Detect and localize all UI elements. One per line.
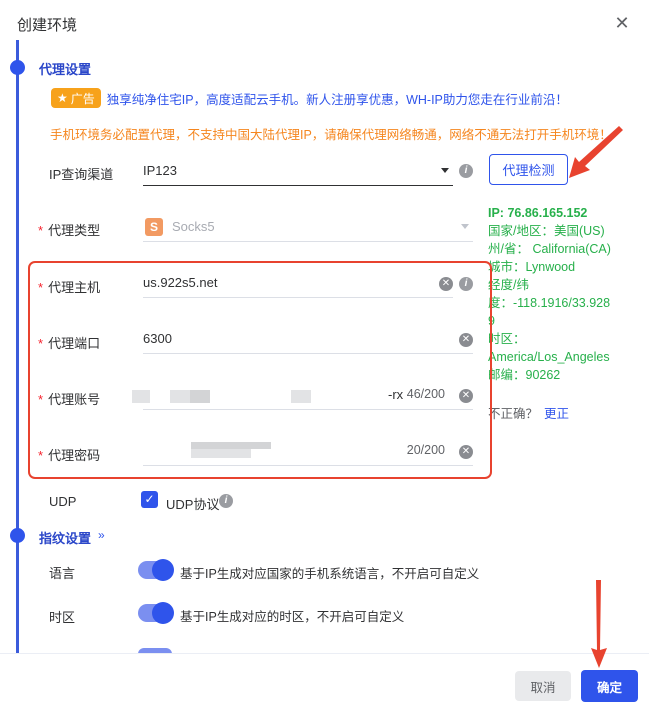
arrow-annotation-icon <box>591 580 607 668</box>
toggle-knob <box>152 602 174 624</box>
ip-channel-value: IP123 <box>143 163 177 178</box>
timezone-desc: 基于IP生成对应的时区，不开启可自定义 <box>180 610 405 624</box>
socks-type-icon: S <box>145 218 163 236</box>
arrow-annotation-icon <box>569 126 623 178</box>
timezone-label: 时区 <box>49 610 76 625</box>
proxy-port-input[interactable]: 6300 ✕ <box>143 326 473 354</box>
ip-info-panel: IP: 76.86.165.152 国家/地区：美国(US) 州/省： Cali… <box>488 204 649 384</box>
caret-down-icon <box>441 168 449 173</box>
proxy-host-label: * 代理主机 <box>38 280 101 295</box>
account-visible-tail: -rx <box>388 387 404 402</box>
proxy-account-input[interactable]: -rx 46/200 ✕ <box>132 382 473 410</box>
proxy-account-label: * 代理账号 <box>38 392 101 407</box>
language-desc: 基于IP生成对应国家的手机系统语言，不开启可自定义 <box>180 567 480 581</box>
proxy-port-label: * 代理端口 <box>38 336 101 351</box>
footer-divider <box>0 653 649 654</box>
ad-badge: ★ 广告 <box>51 88 101 108</box>
proxy-port-value: 6300 <box>143 331 172 346</box>
close-icon[interactable]: ✕ <box>612 13 632 33</box>
clear-icon[interactable]: ✕ <box>459 333 473 347</box>
timeline-dot <box>10 60 25 75</box>
clear-icon[interactable]: ✕ <box>459 445 473 459</box>
ip-state: 州/省： California(CA) <box>488 242 611 256</box>
ip-lonlat-label: 经度/纬 <box>488 278 529 292</box>
language-label: 语言 <box>49 566 76 581</box>
section-timeline <box>16 40 19 654</box>
check-icon: ✓ <box>144 492 155 506</box>
udp-label: UDP <box>49 494 77 509</box>
star-icon: ★ <box>57 91 68 105</box>
ip-zip: 邮编：90262 <box>488 368 561 382</box>
timeline-dot <box>10 528 25 543</box>
ad-text[interactable]: 独享纯净住宅IP，高度适配云手机。新人注册享优惠，WH-IP助力您走在行业前沿！ <box>107 89 568 108</box>
ad-badge-label: 广告 <box>70 91 95 106</box>
ip-channel-select[interactable]: IP123 <box>143 158 453 186</box>
proxy-warning: 手机环境务必配置代理，不支持中国大陆代理IP，请确保代理网络畅通，网络不通无法打… <box>50 128 612 142</box>
ip-incorrect-row: 不正确？ 更正 <box>488 403 569 422</box>
clear-icon[interactable]: ✕ <box>459 389 473 403</box>
dialog-header: 创建环境 ✕ <box>0 0 649 48</box>
ip-channel-label: IP查询渠道 <box>49 167 114 182</box>
proxy-host-value: us.922s5.net <box>143 275 218 290</box>
proxy-type-label: * 代理类型 <box>38 223 101 238</box>
ip-timezone: America/Los_Angeles <box>488 350 610 364</box>
info-icon[interactable]: i <box>459 164 473 178</box>
confirm-button[interactable]: 确定 <box>581 670 638 702</box>
proxy-host-input[interactable]: us.922s5.net ✕ <box>143 270 453 298</box>
redacted-text <box>191 449 251 458</box>
proxy-check-button[interactable]: 代理检测 <box>489 154 568 185</box>
info-icon[interactable]: i <box>219 494 233 508</box>
redacted-text <box>291 390 311 403</box>
fingerprint-section-title: 指纹设置 <box>39 531 92 546</box>
ad-banner[interactable]: ★ 广告 独享纯净住宅IP，高度适配云手机。新人注册享优惠，WH-IP助力您走在… <box>51 87 568 109</box>
redacted-text <box>170 390 190 403</box>
proxy-type-value: Socks5 <box>172 219 215 234</box>
language-toggle[interactable] <box>138 559 174 581</box>
info-icon[interactable]: i <box>459 277 473 291</box>
proxy-password-input[interactable]: 20/200 ✕ <box>143 438 473 466</box>
cancel-button[interactable]: 取消 <box>515 671 571 701</box>
redacted-text <box>132 390 150 403</box>
ip-lonlat-tail: 9 <box>488 314 495 328</box>
redacted-text <box>191 442 271 449</box>
incorrect-text: 不正确？ <box>488 407 539 421</box>
proxy-password-label: * 代理密码 <box>38 448 101 463</box>
ip-country: 国家/地区：美国(US) <box>488 224 605 238</box>
proxy-section-title: 代理设置 <box>39 62 92 77</box>
toggle-knob <box>152 559 174 581</box>
redacted-text <box>190 390 210 403</box>
dialog-title: 创建环境 <box>17 17 78 34</box>
ip-city: 城市：Lynwood <box>488 260 576 274</box>
ip-timezone-label: 时区： <box>488 332 526 346</box>
password-char-count: 20/200 <box>406 443 445 457</box>
proxy-type-select[interactable]: S Socks5 <box>143 214 473 242</box>
udp-checkbox-label: UDP协议 <box>166 497 220 512</box>
timezone-toggle[interactable] <box>138 602 174 624</box>
ip-address: IP: 76.86.165.152 <box>488 206 588 220</box>
udp-checkbox[interactable]: ✓ <box>141 491 158 508</box>
ip-lonlat: 度：-118.1916/33.928 <box>488 296 611 310</box>
account-char-count: 46/200 <box>406 387 445 401</box>
clear-icon[interactable]: ✕ <box>439 277 453 291</box>
chevron-down-icon[interactable]: » <box>98 528 105 542</box>
update-link[interactable]: 更正 <box>544 407 569 421</box>
caret-down-icon <box>461 224 469 229</box>
